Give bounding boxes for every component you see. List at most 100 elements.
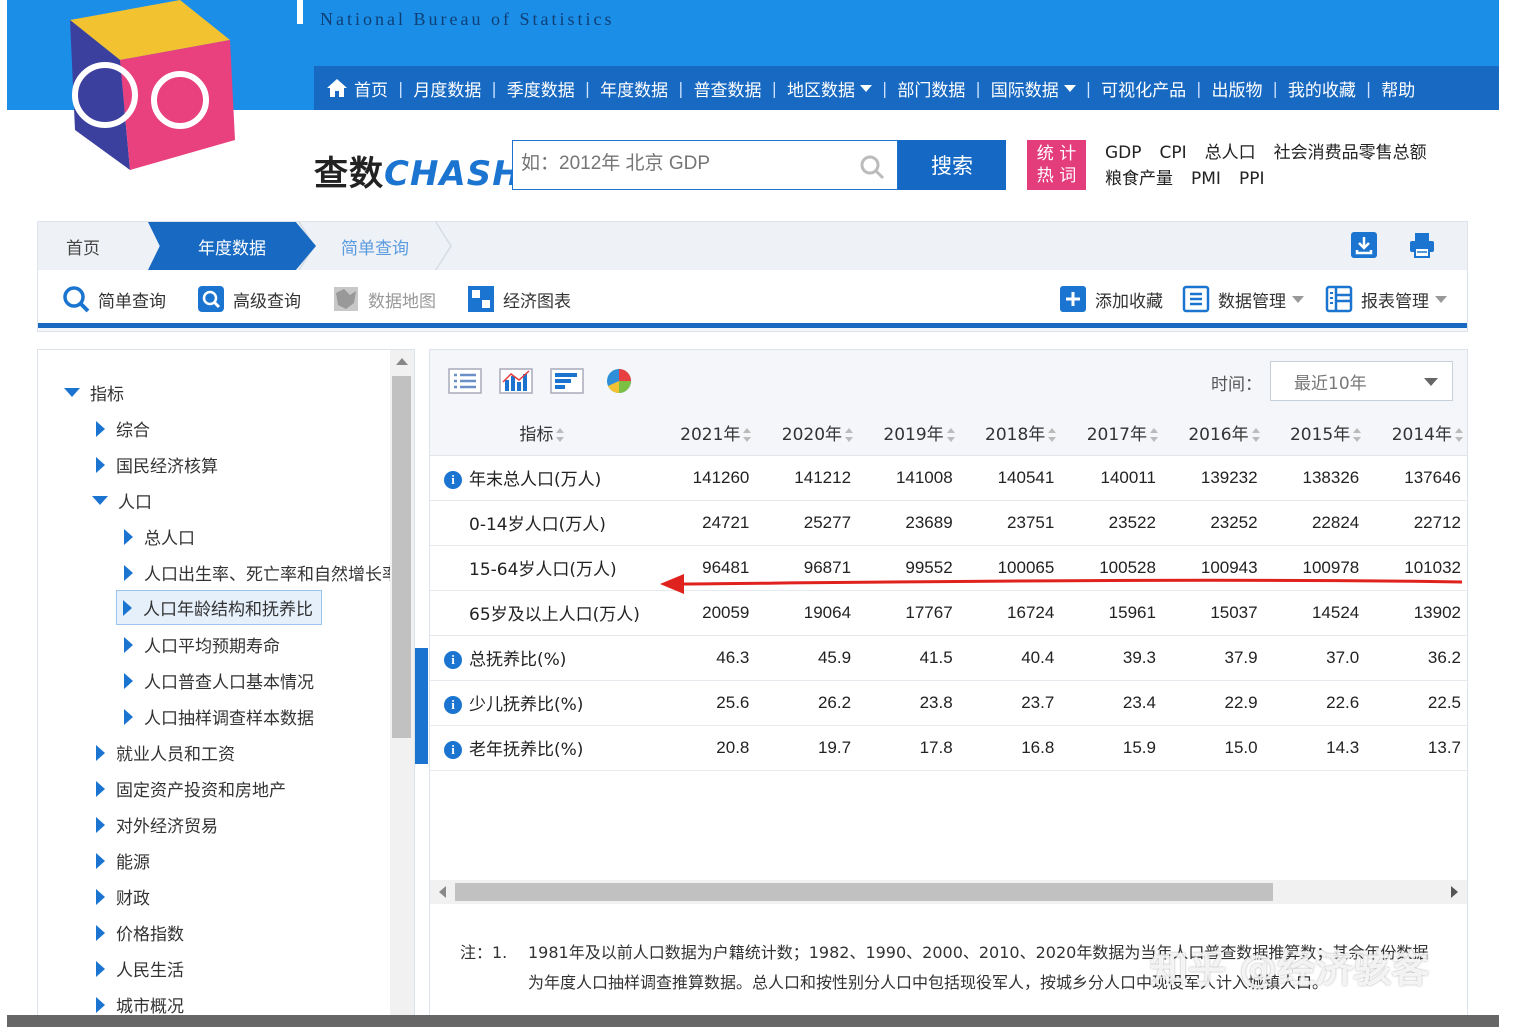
scroll-left-icon[interactable]	[439, 886, 446, 898]
nav-regional[interactable]: 地区数据	[787, 76, 872, 101]
search-icon[interactable]	[859, 154, 885, 180]
nav-monthly[interactable]: 月度数据	[413, 76, 481, 101]
info-icon[interactable]: i	[444, 741, 462, 759]
hot-word[interactable]: PPI	[1239, 166, 1265, 192]
search-input[interactable]	[521, 153, 851, 175]
hot-word[interactable]: 粮食产量	[1105, 166, 1173, 192]
sidebar-scroll-thumb[interactable]	[392, 376, 411, 738]
sort-icon	[1353, 427, 1362, 442]
scroll-up-icon[interactable]	[396, 358, 408, 365]
tree-item[interactable]: 固定资产投资和房地产	[96, 776, 286, 801]
panel-splitter[interactable]	[415, 648, 428, 764]
pie-chart-icon[interactable]	[602, 368, 636, 394]
advanced-query-button[interactable]: 高级查询	[197, 285, 301, 313]
tree-label: 价格指数	[116, 925, 184, 945]
column-header-year[interactable]: 2019年	[857, 410, 959, 456]
breadcrumb-home[interactable]: 首页	[66, 222, 100, 270]
breadcrumb-annual[interactable]: 年度数据	[148, 222, 316, 270]
simple-query-button[interactable]: 简单查询	[62, 285, 166, 313]
hot-word[interactable]: 总人口	[1205, 140, 1256, 166]
tree-root[interactable]: 指标	[64, 380, 124, 405]
column-header-year[interactable]: 2018年	[958, 410, 1061, 456]
tree-item[interactable]: 能源	[96, 848, 150, 873]
tree-label: 国民经济核算	[116, 457, 218, 477]
column-header-year[interactable]: 2017年	[1060, 410, 1162, 456]
info-icon[interactable]: i	[444, 651, 462, 669]
hot-word[interactable]: PMI	[1191, 166, 1221, 192]
tree-label: 总人口	[144, 529, 195, 549]
nav-census[interactable]: 普查数据	[694, 76, 762, 101]
sort-icon	[556, 427, 565, 442]
tool-label: 高级查询	[233, 291, 301, 312]
table-horizontal-scrollbar[interactable]	[430, 880, 1467, 904]
economic-chart-button[interactable]: 经济图表	[467, 285, 571, 313]
nav-separator: |	[771, 78, 777, 98]
tree-item[interactable]: 人口平均预期寿命	[124, 632, 280, 657]
search-button[interactable]: 搜索	[898, 140, 1006, 190]
table-view-icon[interactable]	[448, 368, 482, 394]
download-icon[interactable]	[1350, 231, 1378, 259]
tree-item[interactable]: 对外经济贸易	[96, 812, 218, 837]
tree-item[interactable]: 综合	[96, 416, 150, 441]
column-header-label: 2017年	[1086, 424, 1147, 445]
info-icon[interactable]: i	[444, 696, 462, 714]
tree-item[interactable]: 价格指数	[96, 920, 184, 945]
nbs-logo-icon[interactable]	[60, 0, 240, 170]
horizontal-bar-icon[interactable]	[550, 368, 584, 394]
table-cell: 140011	[1060, 455, 1162, 501]
tree-item[interactable]: 人口出生率、死亡率和自然增长率	[124, 560, 399, 585]
tree-item[interactable]: 国民经济核算	[96, 452, 218, 477]
time-range-select[interactable]: 最近10年	[1270, 361, 1453, 401]
tree-item[interactable]: 人口普查人口基本情况	[124, 668, 314, 693]
info-icon[interactable]: i	[444, 471, 462, 489]
hot-word[interactable]: GDP	[1105, 140, 1142, 166]
report-management-button[interactable]: 报表管理	[1325, 285, 1447, 313]
column-header-label: 2016年	[1188, 424, 1249, 445]
column-header-year[interactable]: 2015年	[1263, 410, 1366, 456]
tree-item[interactable]: 财政	[96, 884, 150, 909]
tree-item[interactable]: 就业人员和工资	[96, 740, 235, 765]
add-favorite-button[interactable]: 添加收藏	[1059, 285, 1163, 313]
tree-item[interactable]: 城市概况	[96, 992, 184, 1017]
data-map-button[interactable]: 数据地图	[332, 285, 436, 313]
column-header-year[interactable]: 2021年	[653, 410, 756, 456]
chevron-down-icon	[1435, 295, 1447, 303]
column-header-year[interactable]: 2020年	[755, 410, 858, 456]
hot-word[interactable]: CPI	[1160, 140, 1187, 166]
nav-annual[interactable]: 年度数据	[600, 76, 668, 101]
bottom-bar	[7, 1015, 1499, 1027]
scroll-right-icon[interactable]	[1451, 886, 1458, 898]
nav-international[interactable]: 国际数据	[991, 76, 1076, 101]
nav-help[interactable]: 帮助	[1381, 76, 1415, 101]
table-row: 65岁及以上人口(万人) 20059 19064 17767 16724 159…	[430, 590, 1467, 636]
tree-item-selected[interactable]: 人口年龄结构和抚养比	[116, 590, 322, 625]
bar-chart-icon[interactable]	[499, 368, 533, 394]
nav-visualization[interactable]: 可视化产品	[1101, 76, 1186, 101]
data-management-button[interactable]: 数据管理	[1182, 285, 1304, 313]
table-cell: 14.3	[1263, 725, 1366, 771]
breadcrumb-current[interactable]: 简单查询	[300, 222, 450, 270]
column-header-indicator[interactable]: 指标	[430, 410, 654, 456]
column-header-year[interactable]: 2014年	[1365, 410, 1467, 456]
hot-word[interactable]: 社会消费品零售总额	[1274, 140, 1427, 166]
tree-item-population[interactable]: 人口	[92, 488, 152, 513]
nav-home[interactable]: 首页	[326, 76, 388, 101]
collapsed-arrow-icon	[124, 636, 133, 653]
nav-departmental[interactable]: 部门数据	[897, 76, 965, 101]
hot-badge-line: 热 词	[1036, 166, 1077, 186]
table-scroll-thumb[interactable]	[455, 883, 1273, 901]
collapsed-arrow-icon	[96, 888, 105, 905]
nav-favorites[interactable]: 我的收藏	[1288, 76, 1356, 101]
tree-item[interactable]: 总人口	[124, 524, 195, 549]
sort-icon	[1048, 427, 1057, 442]
print-icon[interactable]	[1408, 231, 1436, 259]
sort-icon	[1455, 427, 1463, 442]
hot-words-badge: 统 计 热 词	[1027, 140, 1086, 190]
chashu-logo-cn: 查数	[314, 154, 384, 194]
tree-item[interactable]: 人民生活	[96, 956, 184, 981]
column-header-year[interactable]: 2016年	[1161, 410, 1264, 456]
nav-quarterly[interactable]: 季度数据	[507, 76, 575, 101]
nav-publications[interactable]: 出版物	[1212, 76, 1263, 101]
tree-item[interactable]: 人口抽样调查样本数据	[124, 704, 314, 729]
table-cell: 37.0	[1263, 635, 1366, 681]
